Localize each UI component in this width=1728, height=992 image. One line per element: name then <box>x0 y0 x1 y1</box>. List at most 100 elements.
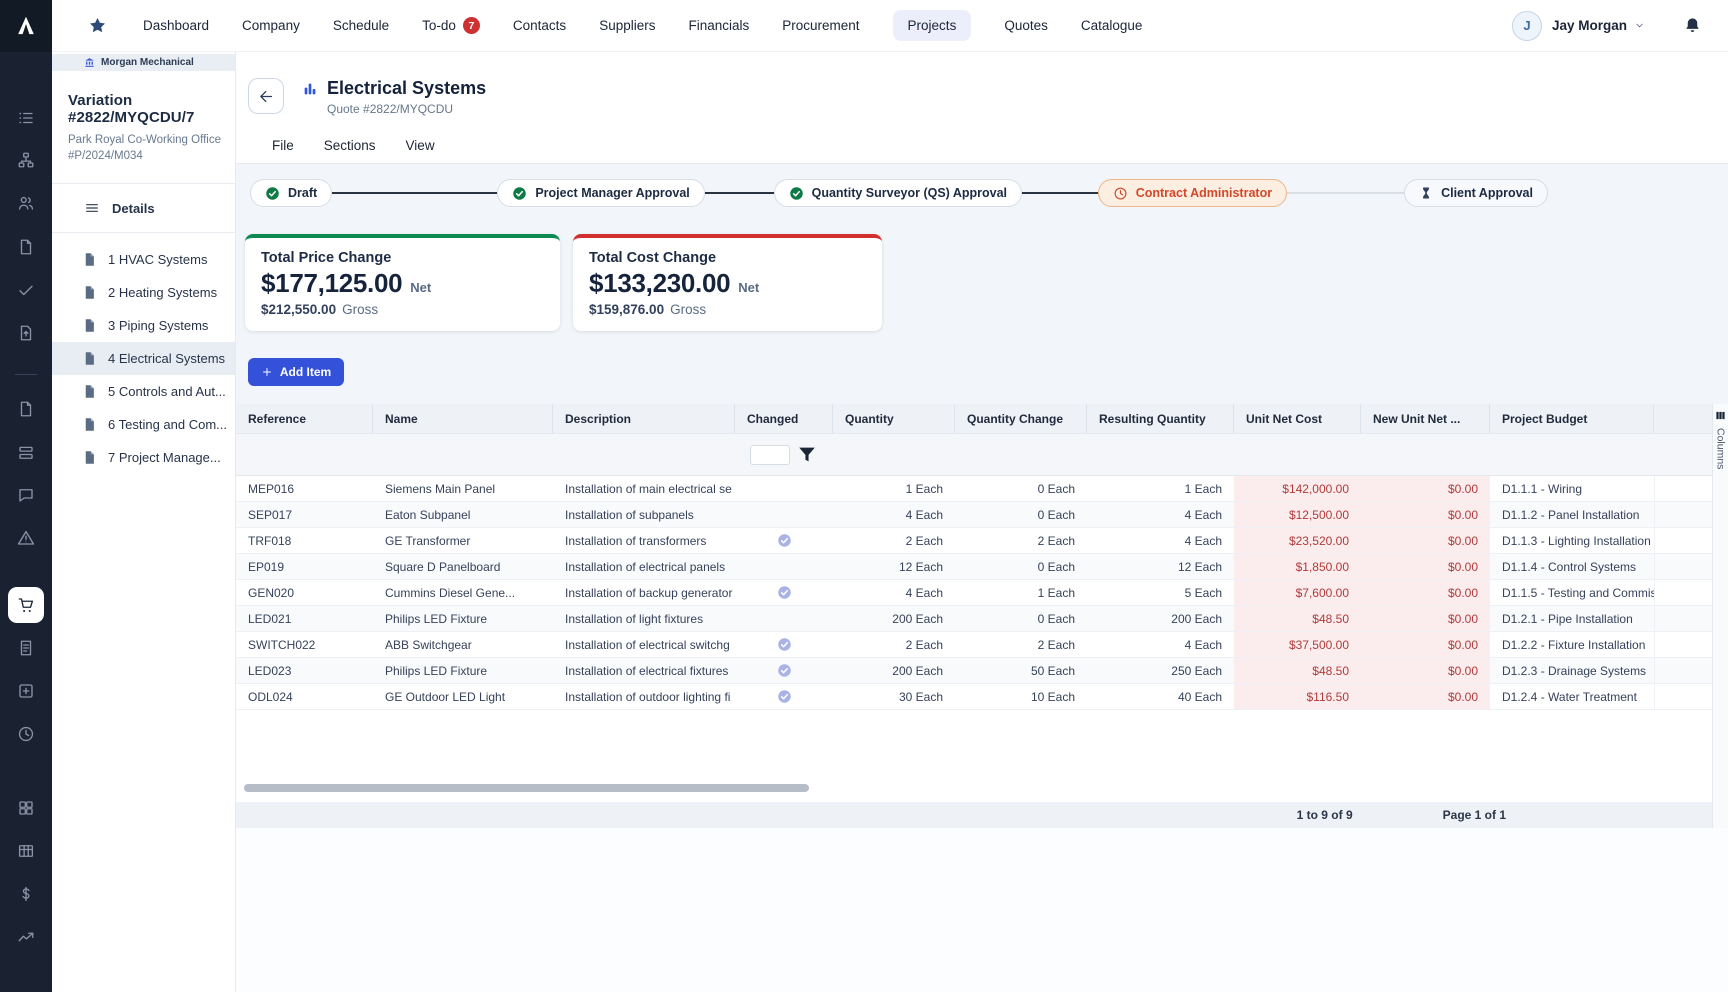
document-icon[interactable] <box>14 236 38 258</box>
user-name[interactable]: Jay Morgan <box>1552 18 1627 33</box>
menu-sections[interactable]: Sections <box>324 138 376 153</box>
sidebar-item-details[interactable]: Details <box>52 183 235 233</box>
company-strip[interactable]: Morgan Mechanical <box>52 54 235 71</box>
chat-icon[interactable] <box>14 484 38 506</box>
grid-icon[interactable] <box>14 797 38 819</box>
nav-item-to-do[interactable]: To-do7 <box>422 9 480 42</box>
cell-reference: EP019 <box>236 554 373 579</box>
table-row[interactable]: SWITCH022ABB SwitchgearInstallation of e… <box>236 632 1712 658</box>
app-logo[interactable] <box>0 0 52 52</box>
users-icon[interactable] <box>14 192 38 214</box>
sidebar-item-7-project-manage[interactable]: 7 Project Manage... <box>52 441 235 474</box>
cell-quantity: 2 Each <box>833 632 955 657</box>
nav-item-contacts[interactable]: Contacts <box>513 10 566 41</box>
nav-item-label: Schedule <box>333 18 389 33</box>
nav-item-projects[interactable]: Projects <box>893 10 972 41</box>
table-row[interactable]: MEP016Siemens Main PanelInstallation of … <box>236 476 1712 502</box>
back-arrow-icon <box>258 88 275 105</box>
column-header-changed[interactable]: Changed <box>735 404 833 433</box>
cell-reference: TRF018 <box>236 528 373 553</box>
cell-resulting_quantity: 200 Each <box>1087 606 1234 631</box>
table-filter-row <box>236 434 1712 476</box>
nav-item-dashboard[interactable]: Dashboard <box>143 10 209 41</box>
column-header-label: Name <box>385 412 418 426</box>
changed-filter-input[interactable] <box>750 445 790 465</box>
nav-item-suppliers[interactable]: Suppliers <box>599 10 655 41</box>
rows-icon[interactable] <box>14 442 38 464</box>
column-header-new-unit-net[interactable]: New Unit Net ... <box>1361 404 1490 433</box>
table-row[interactable]: GEN020Cummins Diesel Gene...Installation… <box>236 580 1712 606</box>
plus-square-icon[interactable] <box>14 680 38 702</box>
step-draft[interactable]: Draft <box>250 179 332 207</box>
back-button[interactable] <box>248 78 284 114</box>
table-row[interactable]: EP019Square D PanelboardInstallation of … <box>236 554 1712 580</box>
column-header-unit-net-cost[interactable]: Unit Net Cost <box>1234 404 1361 433</box>
nav-item-company[interactable]: Company <box>242 10 300 41</box>
org-chart-icon[interactable] <box>14 149 38 171</box>
trend-icon[interactable] <box>14 926 38 948</box>
column-header-reference[interactable]: Reference <box>236 404 373 433</box>
clock-icon[interactable] <box>14 723 38 745</box>
columns-panel-toggle[interactable]: Columns <box>1712 404 1728 828</box>
nav-item-procurement[interactable]: Procurement <box>782 10 859 41</box>
step-project-manager-approval[interactable]: Project Manager Approval <box>497 179 704 207</box>
cart-icon[interactable] <box>8 587 44 623</box>
nav-item-financials[interactable]: Financials <box>688 10 749 41</box>
cell-unit_net_cost: $37,500.00 <box>1234 632 1361 657</box>
star-icon[interactable] <box>88 16 107 35</box>
nav-item-schedule[interactable]: Schedule <box>333 10 389 41</box>
sidebar-item-5-controls-and-aut[interactable]: 5 Controls and Aut... <box>52 375 235 408</box>
bell-icon[interactable] <box>1683 16 1702 35</box>
table-row[interactable]: LED021Philips LED FixtureInstallation of… <box>236 606 1712 632</box>
nav-item-quotes[interactable]: Quotes <box>1004 10 1048 41</box>
step-client-approval[interactable]: Client Approval <box>1404 179 1548 207</box>
step-quantity-surveyor-qs-approval[interactable]: Quantity Surveyor (QS) Approval <box>774 179 1022 207</box>
cell-unit_net_cost: $12,500.00 <box>1234 502 1361 527</box>
file-export-icon[interactable] <box>14 322 38 344</box>
sidebar-item-1-hvac-systems[interactable]: 1 HVAC Systems <box>52 243 235 276</box>
step-contract-administrator[interactable]: Contract Administrator <box>1098 179 1287 207</box>
table-row[interactable]: ODL024GE Outdoor LED LightInstallation o… <box>236 684 1712 710</box>
table-icon[interactable] <box>14 840 38 862</box>
file-icon <box>82 318 97 333</box>
column-header-name[interactable]: Name <box>373 404 553 433</box>
menu-file[interactable]: File <box>272 138 294 153</box>
variation-sidebar: Morgan Mechanical Variation #2822/MYQCDU… <box>52 52 236 992</box>
menu-view[interactable]: View <box>406 138 435 153</box>
menu-list-icon[interactable] <box>14 107 38 129</box>
nav-item-label: Catalogue <box>1081 18 1143 33</box>
table-row[interactable]: TRF018GE TransformerInstallation of tran… <box>236 528 1712 554</box>
cell-new_unit_net_cost: $0.00 <box>1361 606 1490 631</box>
alert-triangle-icon[interactable] <box>14 527 38 549</box>
sidebar-item-3-piping-systems[interactable]: 3 Piping Systems <box>52 309 235 342</box>
sidebar-item-2-heating-systems[interactable]: 2 Heating Systems <box>52 276 235 309</box>
sidebar-item-6-testing-and-com[interactable]: 6 Testing and Com... <box>52 408 235 441</box>
column-header-quantity-change[interactable]: Quantity Change <box>955 404 1087 433</box>
changed-check-icon <box>777 637 792 652</box>
horizontal-scrollbar[interactable] <box>244 784 809 792</box>
items-table-zone: Reference Name DescriptionChangedQuantityQ… <box>236 404 1728 828</box>
file-lines-icon[interactable] <box>14 637 38 659</box>
funnel-icon[interactable] <box>796 444 818 466</box>
filter-cell <box>1234 434 1361 475</box>
cell-quantity: 200 Each <box>833 606 955 631</box>
dollar-icon[interactable] <box>14 883 38 905</box>
column-header-label: Reference <box>248 412 306 426</box>
column-header-project-budget[interactable]: Project Budget <box>1490 404 1654 433</box>
changed-check-icon <box>777 663 792 678</box>
cell-description: Installation of backup generator <box>553 580 735 605</box>
cell-unit_net_cost: $48.50 <box>1234 658 1361 683</box>
file-icon[interactable] <box>14 398 38 420</box>
chevron-down-icon[interactable] <box>1634 20 1645 31</box>
add-item-button[interactable]: Add Item <box>248 358 344 386</box>
table-row[interactable]: LED023Philips LED FixtureInstallation of… <box>236 658 1712 684</box>
sidebar-item-4-electrical-systems[interactable]: 4 Electrical Systems <box>52 342 235 375</box>
column-header-description[interactable]: Description <box>553 404 735 433</box>
column-header-resulting-quantity[interactable]: Resulting Quantity <box>1087 404 1234 433</box>
column-header-quantity[interactable]: Quantity <box>833 404 955 433</box>
avatar[interactable]: J <box>1512 11 1542 41</box>
filter-cell <box>833 434 955 475</box>
checkmark-icon[interactable] <box>14 279 38 301</box>
table-row[interactable]: SEP017Eaton SubpanelInstallation of subp… <box>236 502 1712 528</box>
nav-item-catalogue[interactable]: Catalogue <box>1081 10 1143 41</box>
